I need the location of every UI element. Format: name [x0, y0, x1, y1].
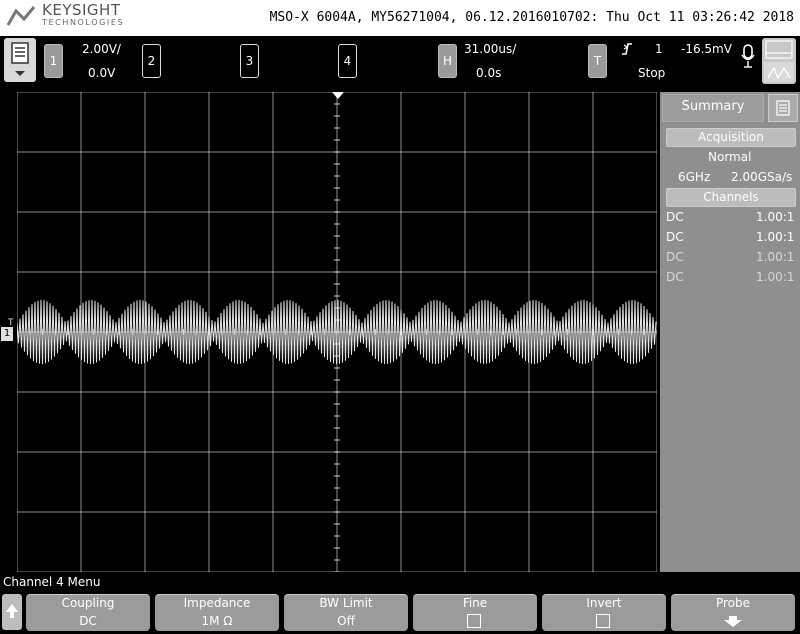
- menu-icon: [11, 42, 29, 76]
- sample-rate: 2.00GSa/s: [731, 170, 793, 184]
- up-arrow-icon: [6, 604, 18, 618]
- bw-limit-value: Off: [337, 614, 355, 628]
- invert-checkbox[interactable]: [596, 614, 610, 628]
- waveform-mode-button[interactable]: [762, 38, 796, 84]
- menu-title: Channel 4 Menu: [3, 575, 101, 589]
- channel-4-button[interactable]: 4: [338, 44, 357, 78]
- channel-4-probe-ratio: 1.00:1: [756, 270, 795, 284]
- horizontal-scale: 31.00us/: [464, 42, 517, 56]
- fine-checkbox[interactable]: [467, 614, 481, 628]
- impedance-label: Impedance: [183, 596, 251, 610]
- channel-3-probe-ratio: 1.00:1: [756, 250, 795, 264]
- channel-1-button[interactable]: 1: [44, 44, 63, 78]
- keysight-logo-icon: [6, 6, 36, 26]
- channels-header: Channels: [666, 188, 796, 207]
- microphone-icon[interactable]: [740, 42, 756, 72]
- trigger-position-marker-icon[interactable]: [332, 92, 344, 100]
- trigger-level: -16.5mV: [681, 42, 732, 56]
- probe-label: Probe: [715, 596, 751, 610]
- instrument-title: MSO-X 6004A, MY56271004, 06.12.201601070…: [269, 10, 794, 25]
- trigger-button[interactable]: T: [588, 44, 607, 78]
- channel-1-offset: 0.0V: [88, 66, 116, 80]
- horizontal-delay: 0.0s: [476, 66, 502, 80]
- channel-1-probe-ratio: 1.00:1: [756, 210, 795, 224]
- channel-3-button[interactable]: 3: [240, 44, 259, 78]
- channel-2-coupling: DC: [666, 230, 684, 244]
- trigger-edge-icon: [622, 43, 632, 55]
- menu-back-button[interactable]: [2, 594, 22, 630]
- channel-1-scale: 2.00V/: [82, 42, 121, 56]
- brand-subtitle: TECHNOLOGIES: [42, 18, 125, 27]
- down-arrow-icon: [724, 616, 742, 627]
- impedance-value: 1M Ω: [201, 614, 233, 628]
- probe-softkey[interactable]: Probe: [671, 594, 795, 631]
- run-state: Stop: [638, 66, 666, 80]
- waveform-display[interactable]: [17, 92, 657, 572]
- tab-list-view[interactable]: [768, 94, 798, 122]
- channel-4-coupling: DC: [666, 270, 684, 284]
- acquisition-header: Acquisition: [666, 128, 796, 147]
- trigger-source: 1: [655, 42, 663, 56]
- channel-1-coupling: DC: [666, 210, 684, 224]
- coupling-value: DC: [79, 614, 97, 628]
- summary-panel: [660, 92, 800, 572]
- invert-softkey[interactable]: Invert: [542, 594, 666, 631]
- coupling-label: Coupling: [61, 596, 115, 610]
- fine-label: Fine: [462, 596, 488, 610]
- bw-limit-softkey[interactable]: BW Limit Off: [284, 594, 408, 631]
- brand-name: KEYSIGHT: [42, 1, 121, 19]
- impedance-softkey[interactable]: Impedance 1M Ω: [155, 594, 279, 631]
- bw-limit-label: BW Limit: [319, 596, 373, 610]
- channel-2-probe-ratio: 1.00:1: [756, 230, 795, 244]
- acquisition-mode: Normal: [708, 150, 752, 164]
- waveform-mode-icon: [764, 40, 794, 82]
- main-menu-button[interactable]: [4, 38, 36, 82]
- tab-summary[interactable]: Summary: [662, 94, 764, 122]
- fine-softkey[interactable]: Fine: [413, 594, 537, 631]
- channel-2-button[interactable]: 2: [142, 44, 161, 78]
- horizontal-button[interactable]: H: [438, 44, 457, 78]
- list-icon: [776, 100, 790, 116]
- channel-3-coupling: DC: [666, 250, 684, 264]
- coupling-softkey[interactable]: Coupling DC: [26, 594, 150, 631]
- channel-1-ground-marker[interactable]: T 1: [0, 318, 16, 346]
- title-bar: KEYSIGHT TECHNOLOGIES MSO-X 6004A, MY562…: [0, 0, 800, 36]
- channel-1-marker-label: 1: [1, 327, 13, 341]
- invert-label: Invert: [586, 596, 622, 610]
- bandwidth: 6GHz: [678, 170, 711, 184]
